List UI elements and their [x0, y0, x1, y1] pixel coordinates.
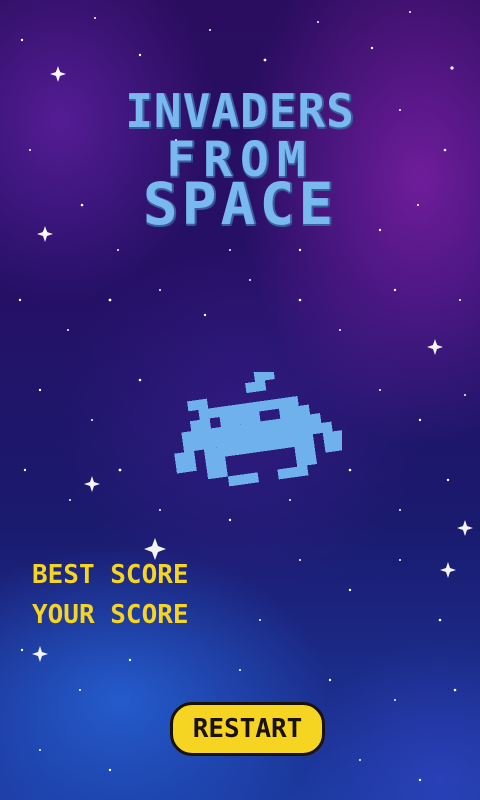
game-over-screen: INVADERS FROM SPACE BEST SCORE YOUR SCOR… [0, 0, 480, 800]
your-score-label: YOUR SCORE [32, 600, 189, 630]
restart-button[interactable]: RESTART [170, 702, 325, 756]
best-score-label: BEST SCORE [32, 560, 189, 590]
restart-button-label: RESTART [192, 714, 303, 744]
title-line-invaders: INVADERS [125, 84, 355, 138]
space-invader-icon [174, 372, 342, 487]
title-line-space: SPACE [142, 170, 338, 238]
